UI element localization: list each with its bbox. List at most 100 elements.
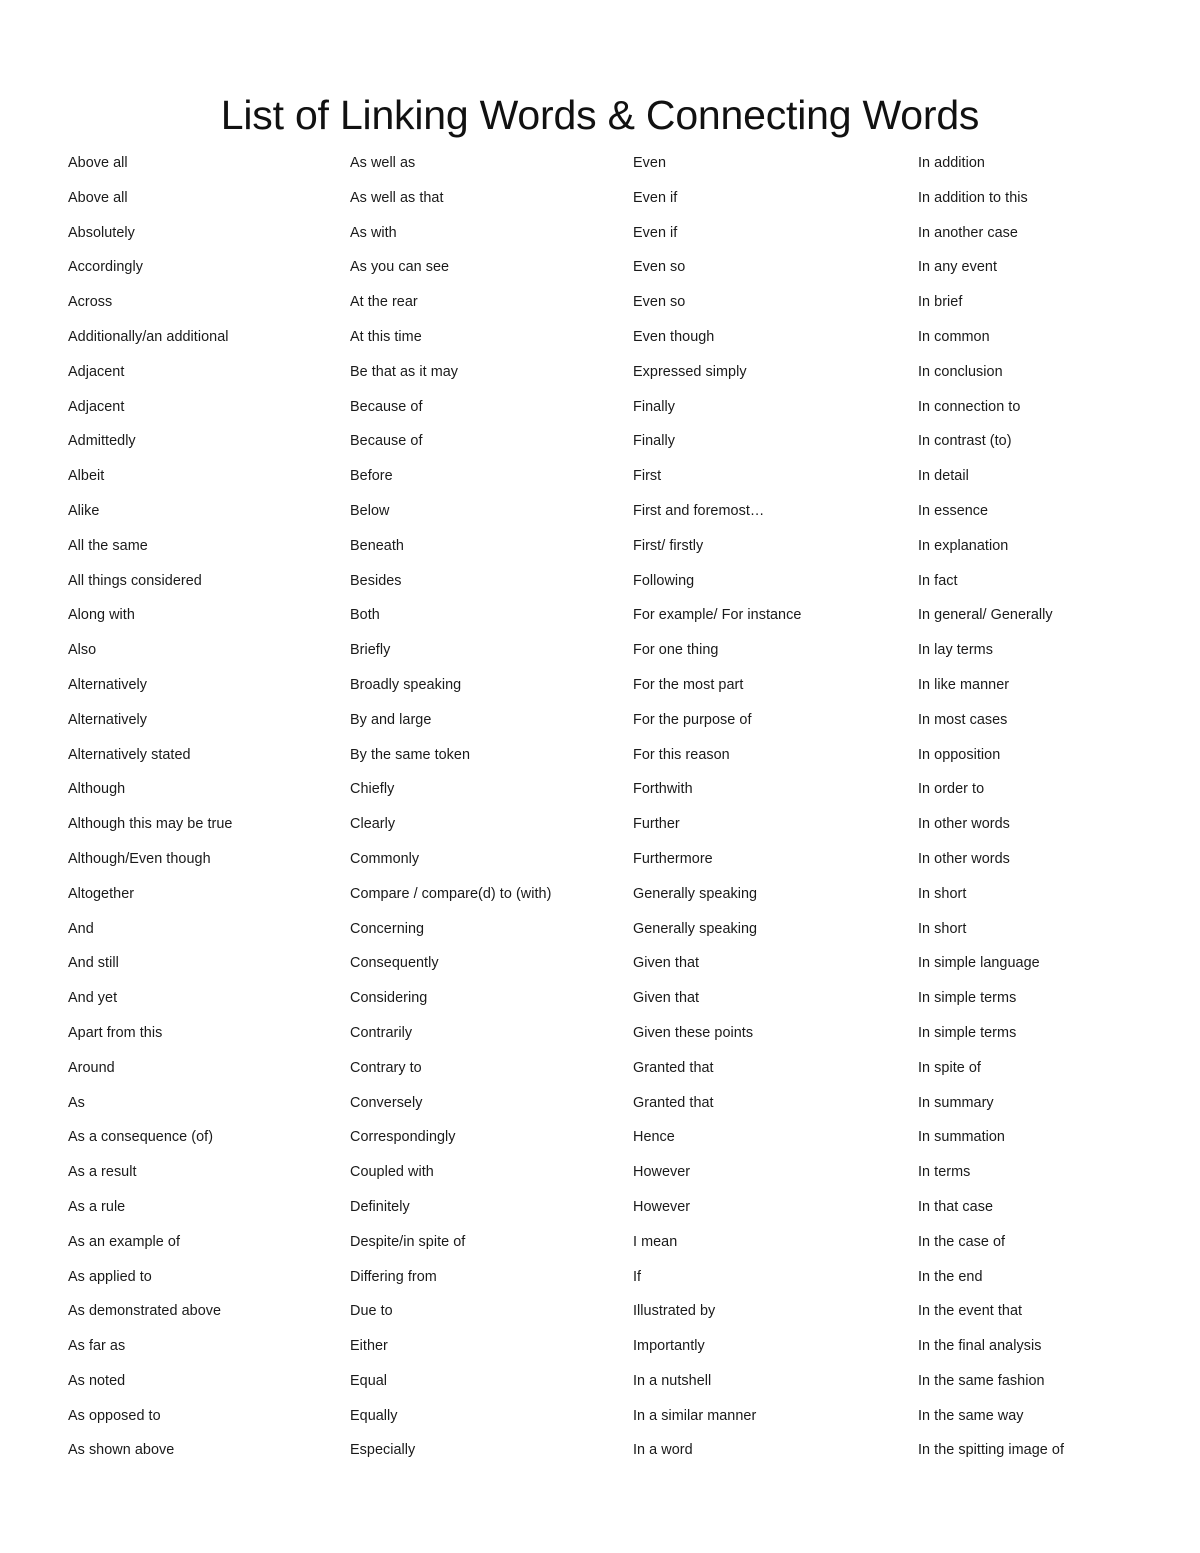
- linking-word-item: In a similar manner: [633, 1407, 757, 1424]
- linking-word-item: In simple terms: [918, 990, 1017, 1007]
- linking-word-item: In terms: [918, 1164, 971, 1181]
- linking-word-item: Alike: [68, 502, 100, 519]
- linking-word-item: Even so: [633, 294, 686, 311]
- linking-word-item: Clearly: [350, 816, 396, 833]
- linking-word-item: Further: [633, 816, 680, 833]
- linking-word-item: In the same fashion: [918, 1372, 1045, 1389]
- linking-word-item: Alternatively: [68, 676, 148, 693]
- linking-word-item: Altogether: [68, 885, 135, 902]
- linking-word-item: In simple terms: [918, 1024, 1017, 1041]
- linking-word-item: At the rear: [350, 294, 418, 311]
- linking-word-item: In contrast (to): [918, 433, 1012, 450]
- linking-word-item: Either: [350, 1338, 388, 1355]
- linking-word-item: In simple language: [918, 955, 1040, 972]
- document-page: List of Linking Words & Connecting Words…: [0, 0, 1200, 1553]
- linking-word-item: Because of: [350, 398, 423, 415]
- linking-word-item: For the most part: [633, 676, 744, 693]
- word-column-3: Even Even if Even if Even so Even so Even tho…: [633, 153, 918, 1475]
- linking-word-item: Even if: [633, 224, 678, 241]
- linking-word-item: Forthwith: [633, 781, 693, 798]
- linking-word-item: By the same token: [350, 746, 471, 763]
- linking-word-item: Along with: [68, 607, 135, 624]
- linking-word-item: Given that: [633, 955, 700, 972]
- linking-word-item: Above all: [68, 155, 128, 171]
- linking-word-item: Although this may be true: [68, 816, 233, 833]
- linking-word-item: Around: [68, 1059, 115, 1076]
- linking-word-item: In spite of: [918, 1059, 981, 1076]
- linking-word-item: Considering: [350, 990, 428, 1007]
- linking-word-item: Contrarily: [350, 1024, 413, 1041]
- linking-word-item: In the same way: [918, 1407, 1024, 1424]
- linking-word-item: In the event that: [918, 1303, 1023, 1320]
- linking-word-item: In general/ Generally: [918, 607, 1053, 624]
- linking-word-item: Also: [68, 642, 97, 659]
- linking-word-item: Below: [350, 502, 390, 519]
- linking-word-item: In explanation: [918, 537, 1009, 554]
- linking-word-item: However: [633, 1164, 691, 1181]
- linking-word-item: In detail: [918, 468, 969, 485]
- linking-word-item: Above all: [68, 189, 128, 206]
- linking-word-item: Conversely: [350, 1094, 423, 1111]
- linking-word-item: Apart from this: [68, 1024, 163, 1041]
- linking-word-item: First: [633, 468, 662, 485]
- linking-word-item: Despite/in spite of: [350, 1233, 466, 1250]
- linking-word-item: However: [633, 1198, 691, 1215]
- word-column-2: As well as As well as that As with As you c…: [350, 153, 633, 1475]
- linking-word-item: Albeit: [68, 468, 105, 485]
- linking-word-item: Although: [68, 781, 126, 798]
- linking-word-item: Consequently: [350, 955, 439, 972]
- linking-word-item: Absolutely: [68, 224, 135, 241]
- linking-word-item: Furthermore: [633, 850, 713, 867]
- linking-word-item: In other words: [918, 816, 1010, 833]
- linking-word-item: Commonly: [350, 850, 420, 867]
- linking-word-item: In lay terms: [918, 642, 993, 659]
- linking-word-item: In conclusion: [918, 363, 1003, 380]
- linking-word-item: Finally: [633, 433, 675, 450]
- linking-word-item: Equally: [350, 1407, 398, 1424]
- linking-word-item: In other words: [918, 850, 1010, 867]
- word-column-1: Above all Above all Absolutely Accordingly A…: [68, 153, 350, 1475]
- word-column-4: In addition In addition to this In another…: [918, 153, 1132, 1475]
- linking-word-item: As with: [350, 224, 397, 241]
- linking-word-item: As applied to: [68, 1268, 152, 1285]
- linking-word-item: Even so: [633, 259, 686, 276]
- linking-word-item: Hence: [633, 1129, 675, 1146]
- linking-word-item: Although/Even though: [68, 850, 211, 867]
- linking-word-item: For example/ For instance: [633, 607, 802, 624]
- linking-word-item: Contrary to: [350, 1059, 422, 1076]
- linking-word-item: Due to: [350, 1303, 393, 1320]
- linking-word-item: Broadly speaking: [350, 676, 462, 693]
- linking-word-item: Correspondingly: [350, 1129, 456, 1146]
- linking-word-item: In any event: [918, 259, 998, 276]
- linking-word-item: Concerning: [350, 920, 425, 937]
- linking-word-item: As a consequence (of): [68, 1129, 214, 1146]
- linking-word-item: And yet: [68, 990, 118, 1007]
- linking-word-item: Expressed simply: [633, 363, 747, 380]
- linking-word-item: Differing from: [350, 1268, 437, 1285]
- linking-word-item: And: [68, 920, 94, 937]
- linking-word-item: Across: [68, 294, 113, 311]
- linking-word-item: In like manner: [918, 676, 1010, 693]
- linking-word-item: Briefly: [350, 642, 391, 659]
- linking-word-item: Given that: [633, 990, 700, 1007]
- linking-word-item: All things considered: [68, 572, 202, 589]
- linking-word-item: In essence: [918, 502, 989, 519]
- linking-word-item: Even though: [633, 328, 715, 345]
- linking-word-item: As noted: [68, 1372, 126, 1389]
- linking-word-item: In most cases: [918, 711, 1008, 728]
- linking-word-item: In short: [918, 885, 967, 902]
- linking-word-item: Alternatively: [68, 711, 148, 728]
- linking-word-item: Before: [350, 468, 393, 485]
- linking-word-item: I mean: [633, 1233, 678, 1250]
- linking-word-item: All the same: [68, 537, 148, 554]
- linking-word-item: Generally speaking: [633, 920, 758, 937]
- linking-word-item: Even: [633, 155, 667, 171]
- linking-word-item: As opposed to: [68, 1407, 161, 1424]
- linking-word-item: Given these points: [633, 1024, 754, 1041]
- linking-word-item: Illustrated by: [633, 1303, 716, 1320]
- linking-word-item: First/ firstly: [633, 537, 704, 554]
- linking-word-item: Even if: [633, 189, 678, 206]
- linking-word-item: Beneath: [350, 537, 404, 554]
- linking-word-item: As you can see: [350, 259, 450, 276]
- linking-word-item: In order to: [918, 781, 985, 798]
